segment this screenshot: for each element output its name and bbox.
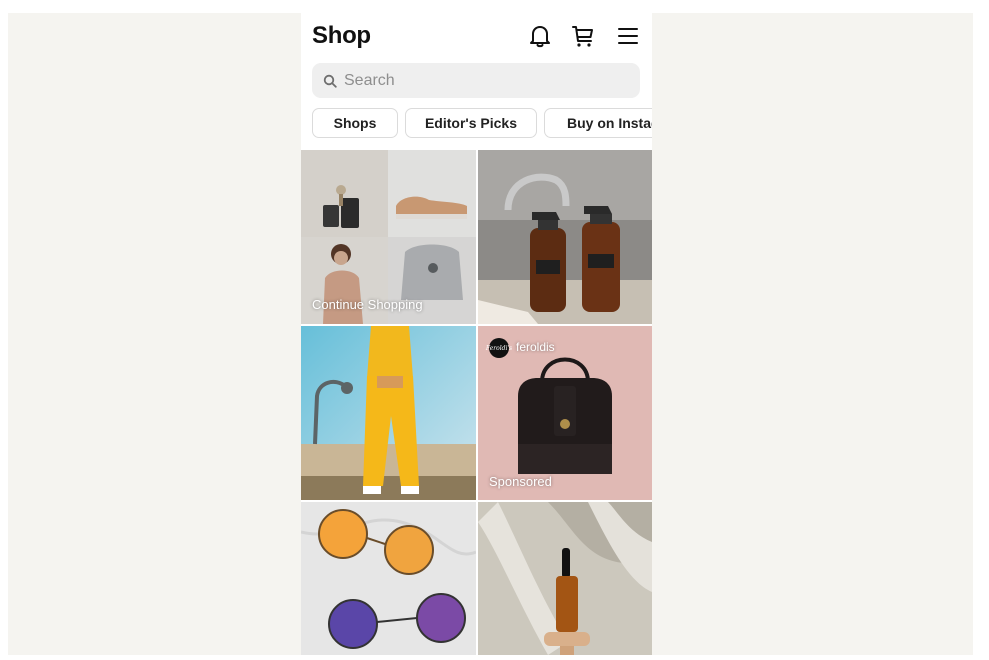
yellow-outfit-image (301, 326, 476, 500)
chip-buy-on-instagram[interactable]: Buy on Instag (544, 108, 652, 138)
spray-bottles-tile[interactable] (478, 150, 652, 324)
header: Shop (301, 13, 652, 61)
sponsored-bag-tile[interactable]: Feroldi's feroldis Sponsored (478, 326, 652, 500)
search-placeholder: Search (344, 71, 395, 89)
search-input[interactable]: Search (312, 63, 640, 98)
yellow-outfit-tile[interactable] (301, 326, 476, 500)
page-title: Shop (312, 22, 371, 49)
dropper-bottle-tile[interactable] (478, 502, 652, 655)
dropper-bottle-image (478, 502, 652, 655)
search-icon (323, 74, 337, 88)
sponsored-label: Sponsored (489, 474, 552, 489)
notifications-button[interactable] (527, 23, 553, 49)
sunglasses-tile[interactable] (301, 502, 476, 655)
continue-shopping-tile[interactable]: Continue Shopping (301, 150, 476, 324)
chip-shops[interactable]: Shops (312, 108, 398, 138)
chip-editors-picks[interactable]: Editor's Picks (405, 108, 537, 138)
category-chips: Shops Editor's Picks Buy on Instag (312, 108, 652, 140)
product-grid: Continue Shopping Feroldi's feroldis Spo… (301, 150, 652, 655)
feroldis-avatar[interactable]: Feroldi's (485, 338, 513, 358)
sunglasses-image (301, 502, 476, 655)
cart-button[interactable] (570, 23, 596, 49)
cart-icon (572, 26, 593, 47)
shop-screen: Shop Search Shops Editor's Picks Buy on … (301, 13, 652, 655)
account-name[interactable]: feroldis (516, 340, 555, 354)
spray-bottles-image (478, 150, 652, 324)
menu-button[interactable] (615, 23, 641, 49)
bell-icon (530, 26, 550, 48)
continue-shopping-label: Continue Shopping (312, 297, 423, 312)
feroldis-avatar-text: Feroldi's (485, 344, 513, 352)
menu-icon (618, 28, 638, 44)
